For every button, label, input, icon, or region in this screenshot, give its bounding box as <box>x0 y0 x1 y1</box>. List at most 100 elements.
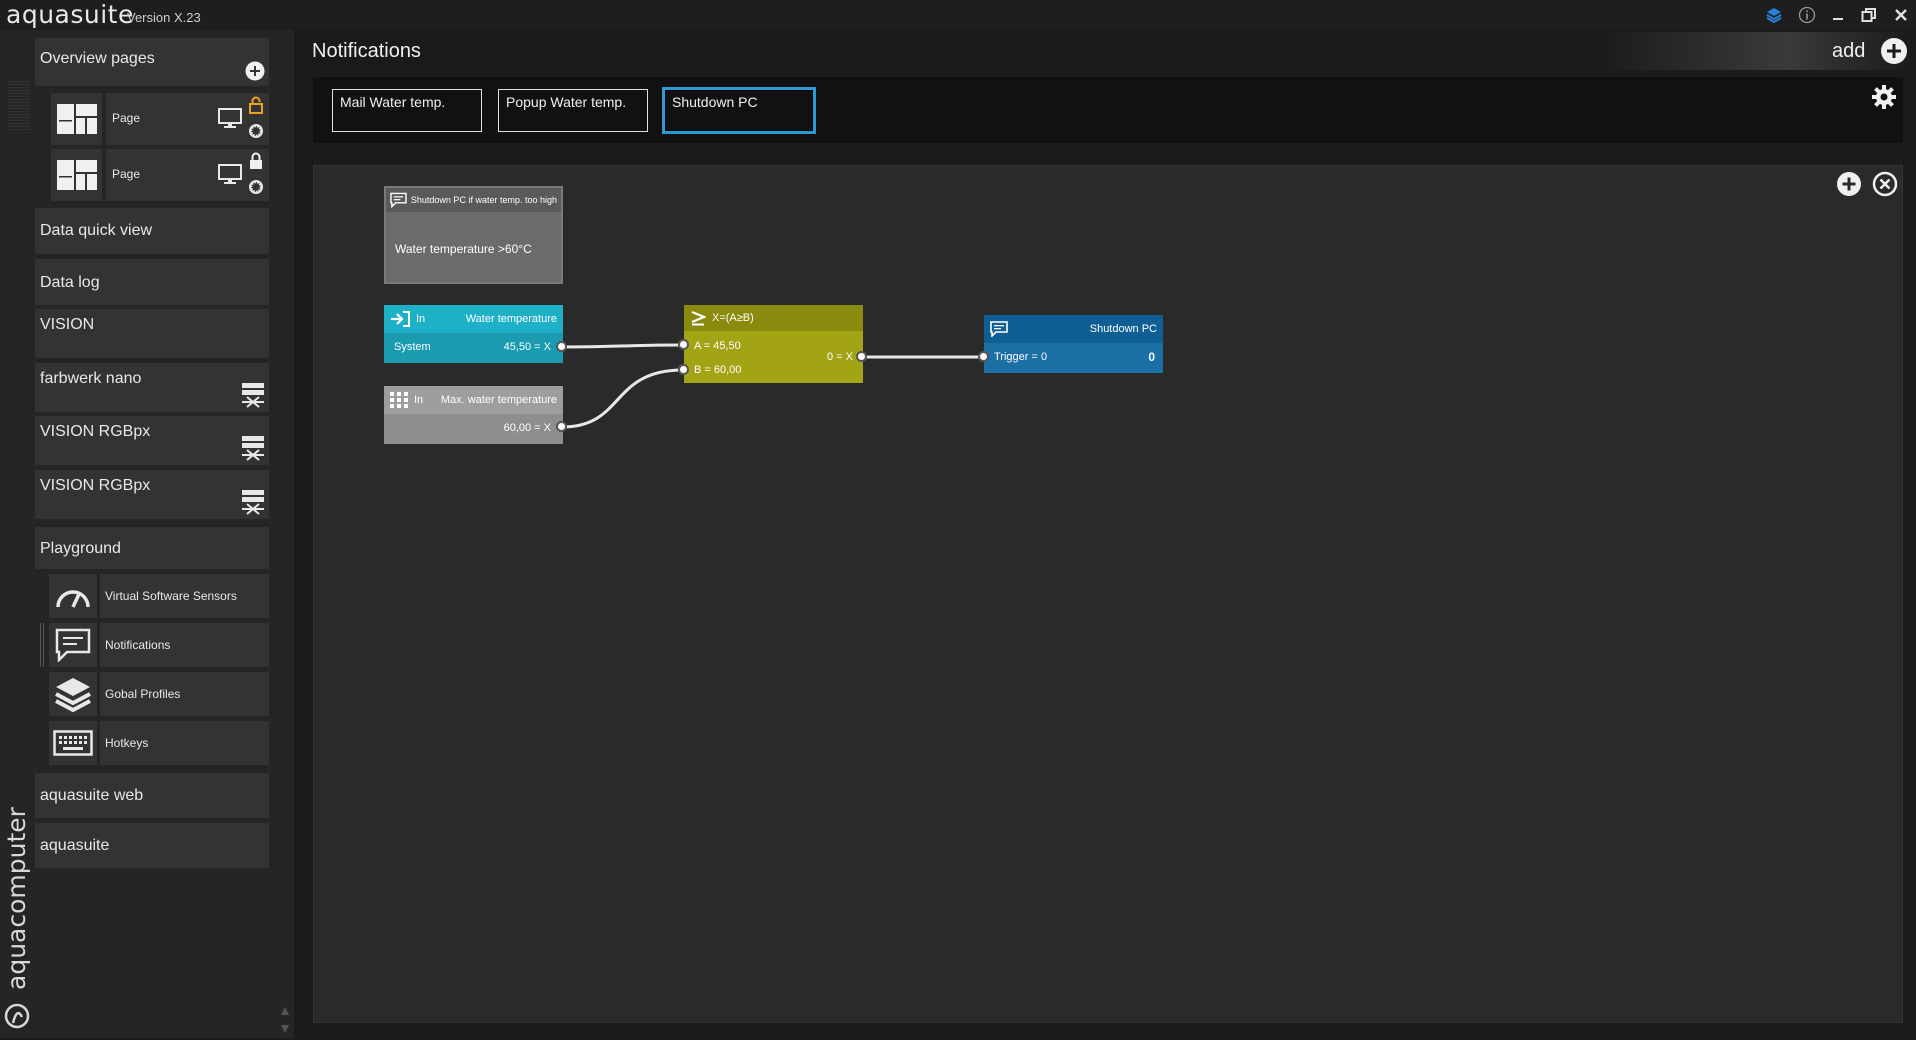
sidebar-item-label: Virtual Software Sensors <box>105 589 237 603</box>
add-icon[interactable] <box>1880 37 1908 70</box>
node-value: 60,00 = X <box>503 422 551 434</box>
sidebar-item-hotkeys[interactable]: Hotkeys <box>100 721 269 765</box>
message-icon[interactable] <box>49 623 97 667</box>
greater-equal-icon <box>691 310 706 326</box>
node-header: In Max. water temperature <box>384 386 563 414</box>
output-port[interactable] <box>556 341 567 352</box>
sidebar-item-label: VISION RGBpx <box>40 477 151 494</box>
node-header: In Water temperature <box>384 305 563 333</box>
gear-icon[interactable] <box>246 121 266 146</box>
sidebar-item-label: Hotkeys <box>105 736 149 750</box>
comment-body: Water temperature >60°C <box>395 242 532 256</box>
tab-shutdown-pc[interactable]: Shutdown PC <box>664 89 814 132</box>
node-name: Max. water temperature <box>440 394 557 406</box>
gear-icon[interactable] <box>246 177 266 202</box>
output-port[interactable] <box>556 421 567 432</box>
add-page-icon[interactable] <box>245 61 265 86</box>
tab-label: Shutdown PC <box>672 94 758 110</box>
water-temperature-node[interactable]: In Water temperature System 45,50 = X <box>384 305 563 363</box>
output-port[interactable] <box>856 351 867 362</box>
add-label[interactable]: add <box>1832 40 1865 63</box>
settings-gear-icon[interactable] <box>1871 84 1897 115</box>
sidebar-item-virtual-software-sensors[interactable]: Virtual Software Sensors <box>100 574 269 618</box>
remove-node-icon[interactable] <box>1872 171 1898 202</box>
restore-button[interactable] <box>1857 4 1881 26</box>
device-disconnected-icon[interactable] <box>241 382 265 413</box>
sidebar-item-notifications[interactable]: Notifications <box>100 623 269 667</box>
input-port-b[interactable] <box>678 364 689 375</box>
input-b-label: B = 60,00 <box>694 364 742 376</box>
monitor-icon[interactable] <box>218 164 242 189</box>
comment-icon <box>390 192 407 208</box>
device-disconnected-icon[interactable] <box>241 489 265 520</box>
node-name: Water temperature <box>465 313 557 325</box>
sidebar-item-global-profiles[interactable]: Gobal Profiles <box>100 672 269 716</box>
page-title: Notifications <box>312 40 421 62</box>
info-icon[interactable] <box>1795 4 1819 26</box>
page-thumbnail-icon[interactable] <box>51 149 102 201</box>
tab-popup-water-temp[interactable]: Popup Water temp. <box>498 89 648 132</box>
sidebar-item-farbwerk-nano[interactable]: farbwerk nano <box>35 363 269 412</box>
sidebar-item-label: aquasuite <box>40 837 110 854</box>
sidebar-item-data-log[interactable]: Data log <box>35 259 269 305</box>
node-kind: In <box>414 394 424 406</box>
active-grip <box>40 623 46 667</box>
page-thumbnail-icon[interactable] <box>51 93 102 145</box>
add-node-icon[interactable] <box>1836 171 1862 202</box>
node-header: Shutdown PC <box>984 315 1163 343</box>
close-button[interactable] <box>1889 4 1913 26</box>
input-port[interactable] <box>978 351 989 362</box>
page-label: Page <box>112 167 141 181</box>
shutdown-pc-node[interactable]: Shutdown PC Trigger = 0 0 <box>984 315 1163 373</box>
minimize-button[interactable] <box>1826 4 1850 26</box>
sidebar-item-label: Overview pages <box>40 50 155 67</box>
sidebar-item-vision-rgbpx-2[interactable]: VISION RGBpx <box>35 470 269 519</box>
lock-open-icon[interactable] <box>248 96 264 119</box>
scroll-arrows-icon[interactable] <box>280 1005 290 1040</box>
sidebar-item-label: VISION <box>40 316 95 333</box>
gauge-icon[interactable] <box>49 574 97 618</box>
layers-status-icon[interactable] <box>1762 4 1786 26</box>
vendor-logo-icon <box>4 1003 30 1034</box>
node-source: System <box>394 341 431 353</box>
layers-icon[interactable] <box>49 672 97 716</box>
sidebar-item-vision-rgbpx[interactable]: VISION RGBpx <box>35 416 269 465</box>
node-name: Shutdown PC <box>1089 323 1157 335</box>
keyboard-icon[interactable] <box>49 721 97 765</box>
lock-closed-icon[interactable] <box>248 152 264 175</box>
input-a-label: A = 45,50 <box>694 340 741 352</box>
flow-canvas[interactable] <box>313 165 1903 1023</box>
input-port-a[interactable] <box>678 339 689 350</box>
sidebar-item-label: Data quick view <box>40 222 153 239</box>
monitor-icon[interactable] <box>218 108 242 133</box>
comment-title: Shutdown PC if water temp. too high <box>410 195 557 205</box>
sidebar-item-aquasuite-web[interactable]: aquasuite web <box>35 773 269 818</box>
comment-node[interactable]: Shutdown PC if water temp. too high Wate… <box>384 186 563 284</box>
sidebar-item-data-quick-view[interactable]: Data quick view <box>35 208 269 254</box>
node-header: X=(A≥B) <box>684 305 863 331</box>
sidebar-item-label: Notifications <box>105 638 171 652</box>
sidebar-grip <box>8 80 30 130</box>
sidebar-page-item[interactable]: Page <box>106 93 269 145</box>
sidebar-item-vision[interactable]: VISION <box>35 309 269 358</box>
compare-node[interactable]: X=(A≥B) A = 45,50 B = 60,00 0 = X <box>684 305 863 383</box>
sidebar-item-aquasuite[interactable]: aquasuite <box>35 823 269 868</box>
page-label: Page <box>112 111 141 125</box>
sidebar-item-playground[interactable]: Playground <box>35 527 269 569</box>
sidebar-item-label: Data log <box>40 274 100 291</box>
comment-node-header: Shutdown PC if water temp. too high <box>386 188 561 212</box>
title-bar: aquasuite Version X.23 <box>0 0 1916 30</box>
sidebar-page-item[interactable]: Page <box>106 149 269 201</box>
device-disconnected-icon[interactable] <box>241 435 265 466</box>
sidebar-overview-pages[interactable]: Overview pages <box>35 38 269 86</box>
max-water-temperature-node[interactable]: In Max. water temperature 60,00 = X <box>384 386 563 444</box>
sidebar-item-label: farbwerk nano <box>40 370 142 387</box>
tab-label: Popup Water temp. <box>506 94 627 110</box>
node-value: 45,50 = X <box>503 341 551 353</box>
sidebar-item-label: VISION RGBpx <box>40 423 151 440</box>
sidebar-item-label: aquasuite web <box>40 787 144 804</box>
tab-mail-water-temp[interactable]: Mail Water temp. <box>332 89 482 132</box>
input-arrow-icon <box>391 311 410 327</box>
sidebar-item-label: Gobal Profiles <box>105 687 181 701</box>
trigger-label: Trigger = 0 <box>994 351 1048 363</box>
